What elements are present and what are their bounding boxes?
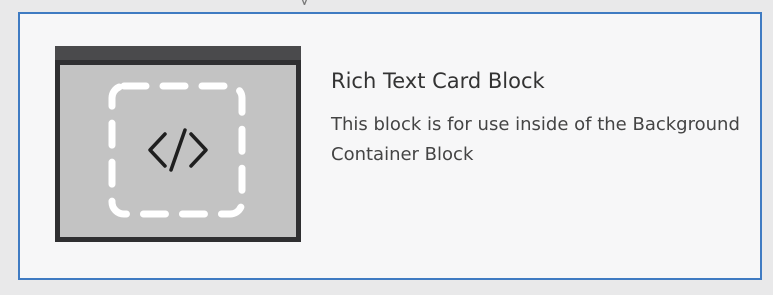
block-card-description: This block is for use inside of the Back…: [331, 114, 740, 165]
block-card-text: Rich Text Card Block This block is for u…: [331, 66, 751, 170]
truncated-header-text: y: [300, 0, 340, 5]
block-card-rich-text[interactable]: Rich Text Card Block This block is for u…: [18, 12, 762, 280]
block-thumbnail: [55, 46, 301, 242]
block-card-title: Rich Text Card Block: [331, 69, 545, 93]
code-icon: [55, 46, 301, 242]
